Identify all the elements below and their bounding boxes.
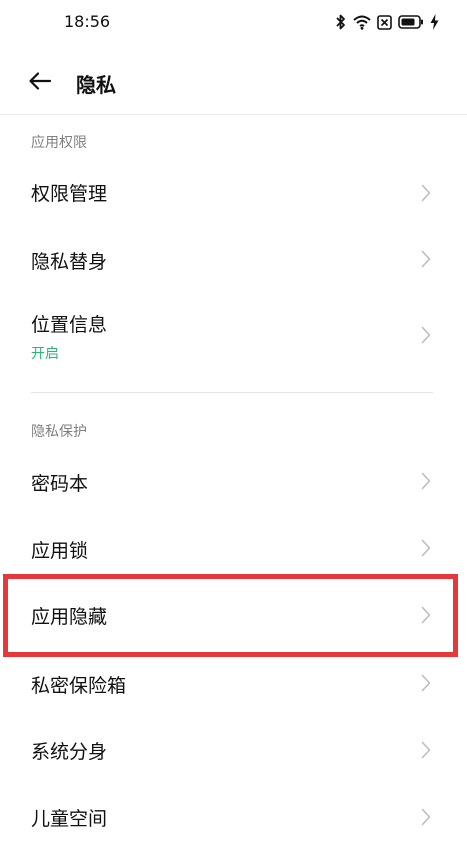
row-kids-space[interactable]: 儿童空间 (0, 782, 467, 852)
page-title: 隐私 (76, 73, 116, 97)
chevron-right-icon (420, 471, 432, 491)
sim-off-icon (377, 14, 392, 30)
chevron-right-icon (420, 740, 432, 760)
chevron-right-icon (420, 605, 432, 625)
row-password-book[interactable]: 密码本 (0, 448, 467, 514)
row-label: 儿童空间 (31, 808, 108, 830)
chevron-right-icon (420, 673, 432, 693)
row-label: 权限管理 (31, 183, 108, 205)
row-label: 隐私替身 (31, 251, 108, 273)
row-label: 私密保险箱 (31, 675, 127, 697)
wifi-icon (353, 14, 371, 30)
section-header-app-permissions: 应用权限 (31, 135, 87, 151)
section-header-privacy-protection: 隐私保护 (31, 424, 87, 440)
status-bar: 18:56 (0, 0, 467, 44)
section-divider (31, 392, 433, 393)
row-app-hide[interactable]: 应用隐藏 (0, 581, 467, 649)
row-app-lock[interactable]: 应用锁 (0, 514, 467, 580)
row-label: 位置信息 (31, 314, 108, 336)
app-bar-divider (0, 114, 467, 115)
chevron-right-icon (420, 538, 432, 558)
arrow-left-icon (28, 71, 52, 95)
row-system-clone[interactable]: 系统分身 (0, 716, 467, 782)
chevron-right-icon (420, 807, 432, 827)
back-button[interactable] (22, 65, 58, 101)
row-label: 系统分身 (31, 741, 108, 763)
battery-icon (398, 15, 424, 29)
charging-icon (430, 14, 439, 30)
bluetooth-icon (335, 13, 347, 31)
chevron-right-icon (420, 183, 432, 203)
status-icons (335, 12, 439, 32)
row-private-safe[interactable]: 私密保险箱 (0, 650, 467, 716)
row-label: 密码本 (31, 473, 89, 495)
row-permission-management[interactable]: 权限管理 (0, 160, 467, 226)
status-time: 18:56 (64, 12, 111, 31)
location-status: 开启 (31, 346, 59, 362)
row-label: 应用锁 (31, 540, 89, 562)
chevron-right-icon (420, 325, 432, 345)
row-location-info[interactable]: 位置信息 开启 (0, 292, 467, 378)
chevron-right-icon (420, 249, 432, 269)
app-bar: 隐私 (0, 55, 467, 111)
row-label: 应用隐藏 (31, 606, 108, 628)
row-privacy-substitute[interactable]: 隐私替身 (0, 226, 467, 292)
